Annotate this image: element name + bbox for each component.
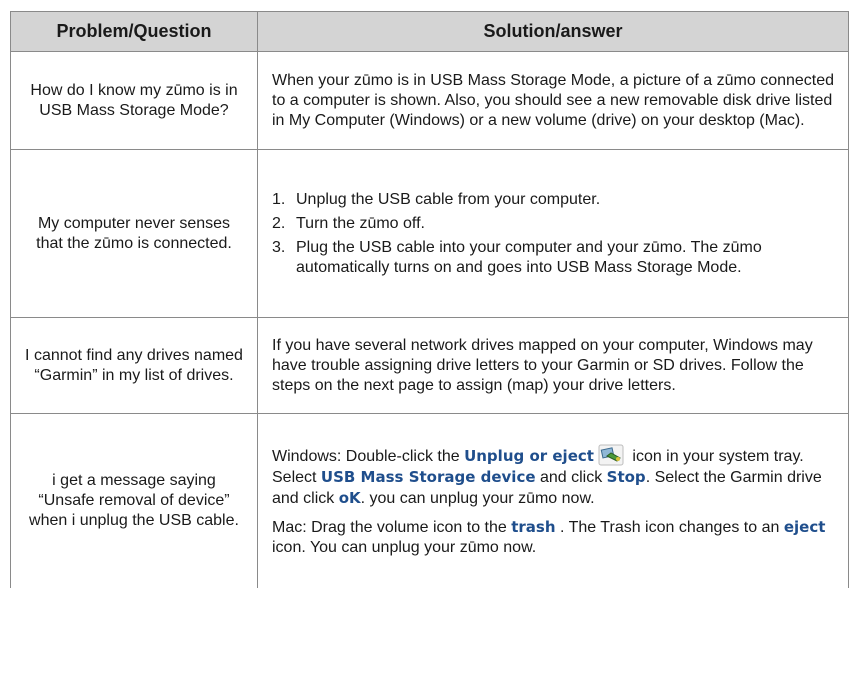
list-item: 3. Plug the USB cable into your computer… <box>272 238 836 278</box>
keyword-usb-mass-storage: USB Mass Storage device <box>320 467 536 486</box>
table-row: I cannot find any drives named “Garmin” … <box>10 317 849 414</box>
list-item: 1. Unplug the USB cable from your comput… <box>272 190 836 210</box>
mac-paragraph: Mac: Drag the volume icon to the trash .… <box>272 517 836 558</box>
step-text: Unplug the USB cable from your computer. <box>296 190 601 208</box>
answer-cell: 1. Unplug the USB cable from your comput… <box>257 149 849 318</box>
answer-cell: If you have several network drives mappe… <box>257 317 849 414</box>
text-run: icon. You can unplug your zūmo now. <box>272 538 537 556</box>
faq-table: Problem/Question Solution/answer How do … <box>10 11 849 588</box>
answer-cell: When your zūmo is in USB Mass Storage Mo… <box>257 51 849 150</box>
header-problem: Problem/Question <box>10 11 258 52</box>
keyword-unplug-eject: Unplug or eject <box>464 446 594 465</box>
windows-paragraph: Windows: Double-click the Unplug or ejec… <box>272 444 836 509</box>
text-run: . The Trash icon changes to an <box>555 518 784 536</box>
steps-list: 1. Unplug the USB cable from your comput… <box>272 190 836 278</box>
keyword-stop: Stop <box>606 467 646 486</box>
question-cell: i get a message saying “Unsafe removal o… <box>10 413 258 588</box>
question-cell: How do I know my zūmo is in USB Mass Sto… <box>10 51 258 150</box>
keyword-trash: trash <box>511 517 556 536</box>
list-item: 2. Turn the zūmo off. <box>272 214 836 234</box>
step-number: 3. <box>272 238 286 256</box>
text-run: and click <box>535 468 607 486</box>
text-run: Windows: Double-click the <box>272 447 465 465</box>
keyword-ok: oK <box>338 488 361 507</box>
step-text: Turn the zūmo off. <box>296 214 425 232</box>
header-row: Problem/Question Solution/answer <box>10 11 849 52</box>
text-run: . you can unplug your zūmo now. <box>360 489 595 507</box>
answer-cell: Windows: Double-click the Unplug or ejec… <box>257 413 849 588</box>
step-text: Plug the USB cable into your computer an… <box>296 238 762 276</box>
unplug-eject-icon <box>598 444 624 466</box>
keyword-eject: eject <box>783 517 826 536</box>
question-cell: My computer never senses that the zūmo i… <box>10 149 258 318</box>
question-cell: I cannot find any drives named “Garmin” … <box>10 317 258 414</box>
table-row: My computer never senses that the zūmo i… <box>10 149 849 318</box>
table-row: i get a message saying “Unsafe removal o… <box>10 413 849 588</box>
text-run: Mac: Drag the volume icon to the <box>272 518 512 536</box>
header-solution: Solution/answer <box>257 11 849 52</box>
table-row: How do I know my zūmo is in USB Mass Sto… <box>10 51 849 150</box>
step-number: 2. <box>272 214 286 232</box>
step-number: 1. <box>272 190 286 208</box>
